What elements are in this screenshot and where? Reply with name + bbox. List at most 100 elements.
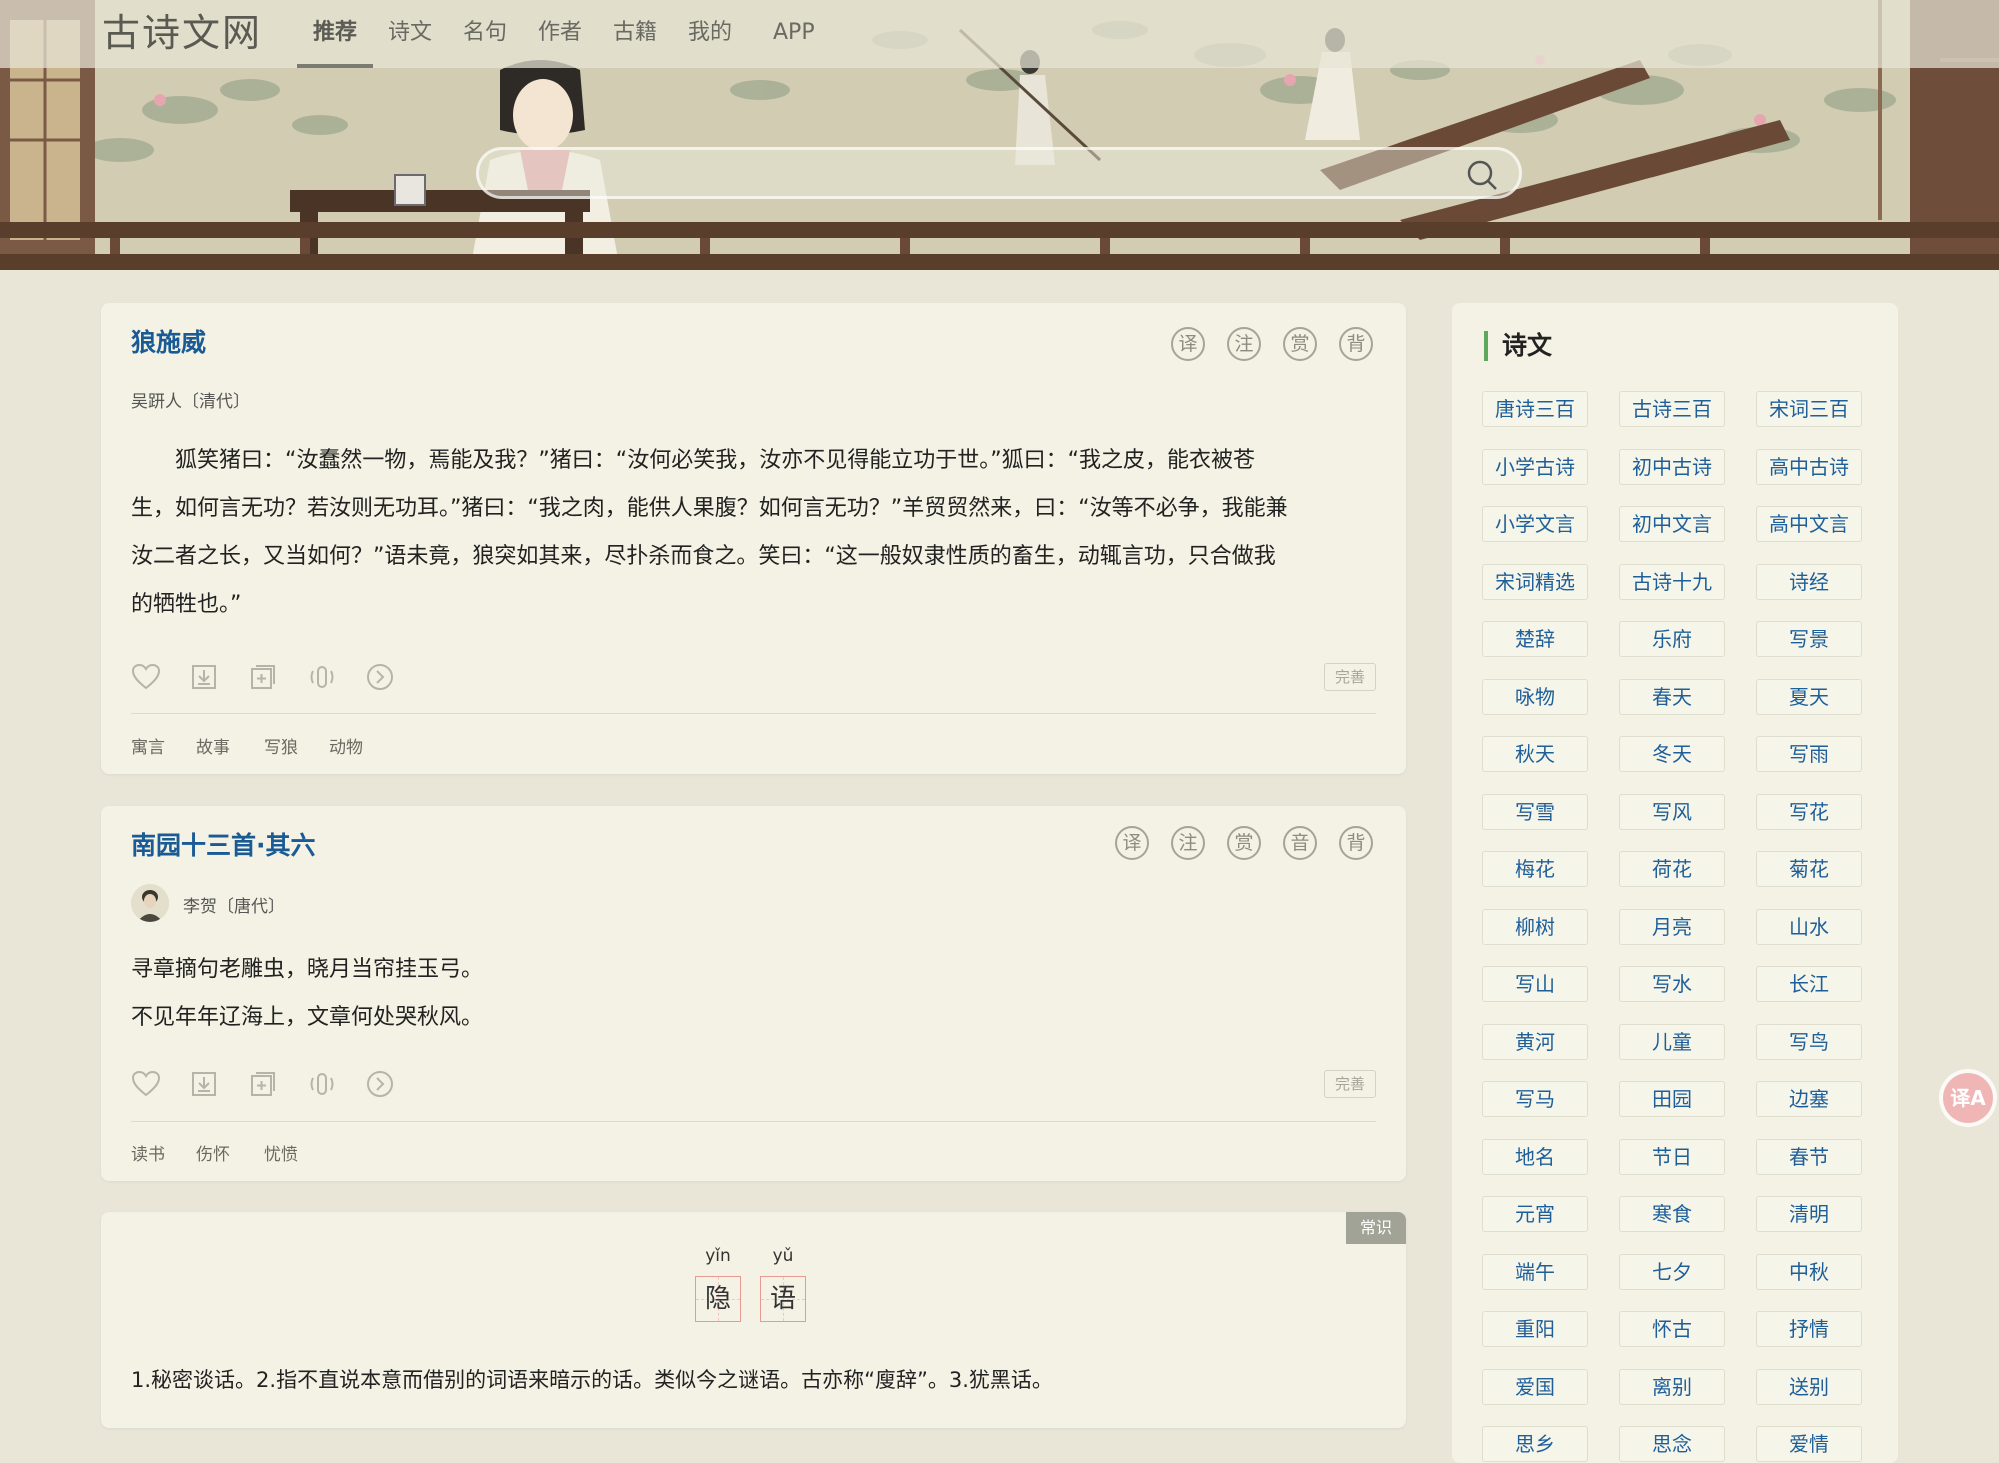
sidebar-category-item[interactable]: 冬天	[1619, 736, 1725, 772]
sidebar-category-item[interactable]: 爱情	[1756, 1426, 1862, 1462]
nav-poems[interactable]: 诗文	[388, 0, 432, 68]
sidebar-category-item[interactable]: 高中文言	[1756, 506, 1862, 542]
poem-author[interactable]: 李贺〔唐代〕	[183, 892, 285, 917]
sidebar-category-item[interactable]: 边塞	[1756, 1081, 1862, 1117]
tag-link[interactable]: 动物	[329, 733, 363, 758]
sidebar-category-item[interactable]: 重阳	[1482, 1311, 1588, 1347]
sidebar-category-item[interactable]: 七夕	[1619, 1253, 1725, 1290]
sidebar-category-item[interactable]: 写山	[1482, 966, 1588, 1002]
sidebar-category-item[interactable]: 写雪	[1482, 793, 1588, 830]
sidebar-category-item[interactable]: 送别	[1756, 1368, 1862, 1405]
tag-link[interactable]: 读书	[131, 1140, 165, 1165]
sidebar-category-item[interactable]: 写马	[1482, 1081, 1588, 1117]
pinyin-button[interactable]: 音	[1283, 826, 1317, 860]
sidebar-category-item[interactable]: 诗经	[1756, 563, 1862, 600]
annotate-button[interactable]: 注	[1171, 826, 1205, 860]
author-avatar[interactable]	[131, 884, 169, 922]
sidebar-category-item[interactable]: 初中古诗	[1619, 448, 1725, 485]
sidebar-category-item[interactable]: 夏天	[1756, 678, 1862, 715]
sidebar-category-item[interactable]: 儿童	[1619, 1023, 1725, 1060]
tag-link[interactable]: 忧愤	[264, 1140, 298, 1165]
sidebar-category-item[interactable]: 月亮	[1619, 908, 1725, 945]
sidebar-category-item[interactable]: 楚辞	[1482, 621, 1588, 657]
sidebar-category-item[interactable]: 清明	[1756, 1196, 1862, 1232]
sidebar-category-item[interactable]: 写水	[1619, 966, 1725, 1002]
nav-quotes[interactable]: 名句	[463, 0, 507, 68]
sidebar-category-item[interactable]: 怀古	[1619, 1311, 1725, 1347]
sidebar-category-item[interactable]: 写花	[1756, 793, 1862, 830]
sidebar-category-item[interactable]: 离别	[1619, 1368, 1725, 1405]
sidebar-category-item[interactable]: 元宵	[1482, 1196, 1588, 1232]
sidebar-category-item[interactable]: 初中文言	[1619, 506, 1725, 542]
poem-title[interactable]: 南园十三首·其六	[131, 826, 316, 862]
translate-button[interactable]: 译	[1171, 327, 1205, 361]
nav-app[interactable]: APP	[773, 0, 815, 68]
sidebar-category-item[interactable]: 小学文言	[1482, 506, 1588, 542]
sidebar-category-item[interactable]: 咏物	[1482, 678, 1588, 715]
sidebar-category-item[interactable]: 端午	[1482, 1253, 1588, 1290]
translate-icon[interactable]: 译A	[1943, 1073, 1993, 1123]
tag-link[interactable]: 写狼	[264, 733, 298, 758]
recite-button[interactable]: 背	[1339, 327, 1373, 361]
sidebar-category-item[interactable]: 中秋	[1756, 1253, 1862, 1290]
sidebar-category-item[interactable]: 小学古诗	[1482, 448, 1588, 485]
poem-author[interactable]: 吴趼人〔清代〕	[131, 387, 250, 412]
sidebar-category-item[interactable]: 高中古诗	[1756, 448, 1862, 485]
appreciate-button[interactable]: 赏	[1283, 327, 1317, 361]
sidebar-category-item[interactable]: 长江	[1756, 966, 1862, 1002]
nav-authors[interactable]: 作者	[538, 0, 582, 68]
chevron-right-circle-icon[interactable]	[366, 1070, 394, 1098]
improve-button[interactable]: 完善	[1324, 1070, 1376, 1098]
sidebar-category-item[interactable]: 菊花	[1756, 851, 1862, 887]
download-icon[interactable]	[190, 1070, 218, 1098]
tag-link[interactable]: 寓言	[131, 733, 165, 758]
sidebar-category-item[interactable]: 爱国	[1482, 1368, 1588, 1405]
sidebar-category-item[interactable]: 思乡	[1482, 1426, 1588, 1462]
sidebar-category-item[interactable]: 抒情	[1756, 1311, 1862, 1347]
sidebar-category-item[interactable]: 写风	[1619, 793, 1725, 830]
translate-button[interactable]: 译	[1115, 826, 1149, 860]
audio-icon[interactable]	[307, 663, 337, 691]
poem-title[interactable]: 狼施威	[131, 323, 206, 359]
download-icon[interactable]	[190, 663, 218, 691]
nav-mine[interactable]: 我的	[688, 0, 732, 68]
nav-classics[interactable]: 古籍	[613, 0, 657, 68]
sidebar-category-item[interactable]: 思念	[1619, 1426, 1725, 1462]
sidebar-category-item[interactable]: 唐诗三百	[1482, 391, 1588, 427]
sidebar-category-item[interactable]: 写景	[1756, 621, 1862, 657]
sidebar-category-item[interactable]: 春天	[1619, 678, 1725, 715]
heart-icon[interactable]	[131, 663, 161, 691]
improve-button[interactable]: 完善	[1324, 663, 1376, 691]
site-logo[interactable]: 古诗文网	[102, 8, 262, 58]
sidebar-category-item[interactable]: 山水	[1756, 908, 1862, 945]
sidebar-category-item[interactable]: 梅花	[1482, 851, 1588, 887]
sidebar-category-item[interactable]: 黄河	[1482, 1023, 1588, 1060]
sidebar-category-item[interactable]: 宋词精选	[1482, 563, 1588, 600]
sidebar-category-item[interactable]: 写雨	[1756, 736, 1862, 772]
sidebar-category-item[interactable]: 写鸟	[1756, 1023, 1862, 1060]
heart-icon[interactable]	[131, 1070, 161, 1098]
audio-icon[interactable]	[307, 1070, 337, 1098]
sidebar-category-item[interactable]: 田园	[1619, 1081, 1725, 1117]
sidebar-category-item[interactable]: 古诗三百	[1619, 391, 1725, 427]
sidebar-category-item[interactable]: 寒食	[1619, 1196, 1725, 1232]
search-input[interactable]	[503, 158, 1437, 190]
sidebar-category-item[interactable]: 宋词三百	[1756, 391, 1862, 427]
chevron-right-circle-icon[interactable]	[366, 663, 394, 691]
sidebar-category-item[interactable]: 地名	[1482, 1138, 1588, 1175]
nav-recommend[interactable]: 推荐	[313, 0, 357, 68]
sidebar-category-item[interactable]: 荷花	[1619, 851, 1725, 887]
annotate-button[interactable]: 注	[1227, 327, 1261, 361]
copy-icon[interactable]	[249, 663, 277, 691]
sidebar-category-item[interactable]: 秋天	[1482, 736, 1588, 772]
recite-button[interactable]: 背	[1339, 826, 1373, 860]
tag-link[interactable]: 伤怀	[196, 1140, 230, 1165]
appreciate-button[interactable]: 赏	[1227, 826, 1261, 860]
sidebar-category-item[interactable]: 柳树	[1482, 908, 1588, 945]
sidebar-category-item[interactable]: 节日	[1619, 1138, 1725, 1175]
search-box[interactable]	[476, 147, 1522, 199]
sidebar-category-item[interactable]: 古诗十九	[1619, 563, 1725, 600]
tag-link[interactable]: 故事	[196, 733, 230, 758]
sidebar-category-item[interactable]: 乐府	[1619, 621, 1725, 657]
sidebar-category-item[interactable]: 春节	[1756, 1138, 1862, 1175]
